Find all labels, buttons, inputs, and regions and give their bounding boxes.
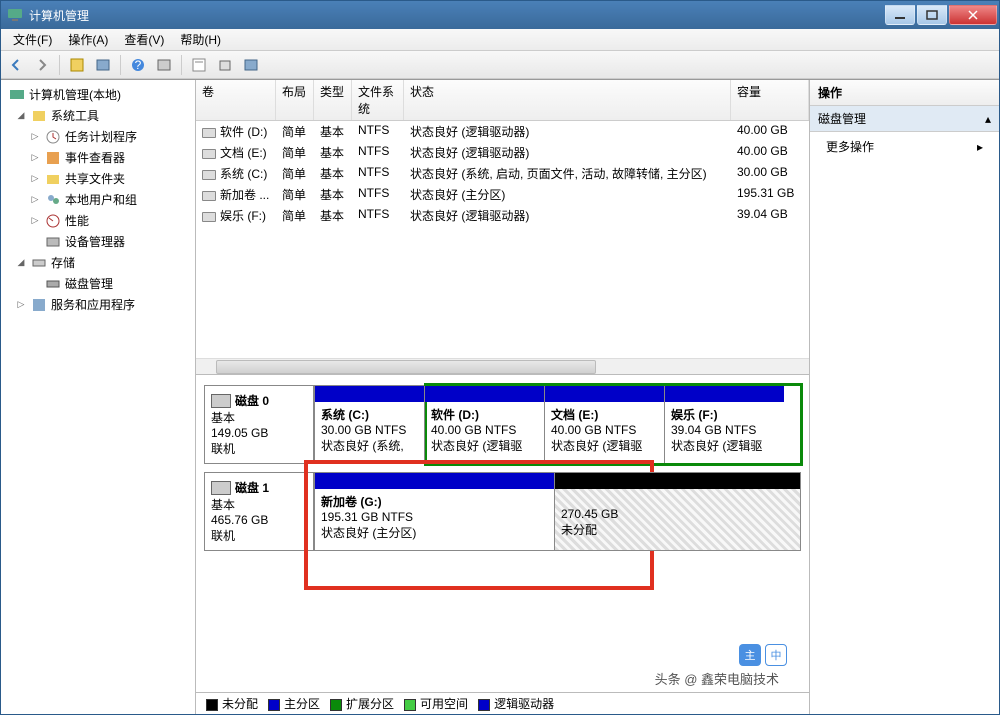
navigation-tree[interactable]: 计算机管理(本地) ◢系统工具 ▷任务计划程序 ▷事件查看器 ▷共享文件夹 ▷本…	[1, 80, 196, 714]
menu-action[interactable]: 操作(A)	[60, 29, 116, 50]
tree-system-tools[interactable]: ◢系统工具	[1, 105, 195, 126]
tree-services[interactable]: ▷服务和应用程序	[1, 294, 195, 315]
col-filesystem[interactable]: 文件系统	[352, 80, 404, 120]
toolbar: ?	[1, 51, 999, 79]
partition[interactable]: 系统 (C:)30.00 GB NTFS状态良好 (系统,	[314, 386, 424, 463]
tb-icon-3[interactable]	[153, 54, 175, 76]
menu-view[interactable]: 查看(V)	[116, 29, 172, 50]
partition[interactable]: 娱乐 (F:)39.04 GB NTFS状态良好 (逻辑驱	[664, 386, 784, 463]
back-button[interactable]	[5, 54, 27, 76]
col-type[interactable]: 类型	[314, 80, 352, 120]
partition-unallocated[interactable]: 270.45 GB 未分配	[554, 473, 800, 550]
menu-bar: 文件(F) 操作(A) 查看(V) 帮助(H)	[1, 29, 999, 51]
disk-graphical-view: 磁盘 0 基本 149.05 GB 联机 系统 (C:)30.00 GB NTF…	[196, 375, 809, 692]
horizontal-scrollbar[interactable]	[196, 358, 809, 374]
tree-disk-management[interactable]: 磁盘管理	[1, 273, 195, 294]
tb-icon-4[interactable]	[188, 54, 210, 76]
actions-more[interactable]: 更多操作▸	[810, 132, 999, 161]
list-header[interactable]: 卷 布局 类型 文件系统 状态 容量	[196, 80, 809, 121]
actions-section[interactable]: 磁盘管理▴	[810, 106, 999, 132]
window-title: 计算机管理	[29, 7, 89, 24]
maximize-button[interactable]	[917, 5, 947, 25]
chevron-right-icon: ▸	[977, 140, 983, 154]
ime-badge: 主 中	[739, 644, 787, 666]
tree-local-users[interactable]: ▷本地用户和组	[1, 189, 195, 210]
partition[interactable]: 软件 (D:)40.00 GB NTFS状态良好 (逻辑驱	[424, 386, 544, 463]
tree-root[interactable]: 计算机管理(本地)	[1, 84, 195, 105]
col-status[interactable]: 状态	[404, 80, 731, 120]
menu-file[interactable]: 文件(F)	[5, 29, 60, 50]
help-icon[interactable]: ?	[127, 54, 149, 76]
disk-1-row[interactable]: 磁盘 1 基本 465.76 GB 联机 新加卷 (G:) 195.31 GB …	[204, 472, 801, 551]
minimize-button[interactable]	[885, 5, 915, 25]
watermark: 头条 @ 鑫荣电脑技术	[655, 669, 779, 688]
col-volume[interactable]: 卷	[196, 80, 276, 120]
computer-icon	[7, 7, 23, 23]
tree-event-viewer[interactable]: ▷事件查看器	[1, 147, 195, 168]
menu-help[interactable]: 帮助(H)	[172, 29, 229, 50]
partition[interactable]: 文档 (E:)40.00 GB NTFS状态良好 (逻辑驱	[544, 386, 664, 463]
partition-g[interactable]: 新加卷 (G:) 195.31 GB NTFS 状态良好 (主分区)	[314, 473, 554, 550]
volume-row[interactable]: 新加卷 ...简单基本NTFS状态良好 (主分区)195.31 GB	[196, 184, 809, 205]
tree-performance[interactable]: ▷性能	[1, 210, 195, 231]
volume-row[interactable]: 娱乐 (F:)简单基本NTFS状态良好 (逻辑驱动器)39.04 GB	[196, 205, 809, 226]
tree-device-manager[interactable]: 设备管理器	[1, 231, 195, 252]
tb-icon-2[interactable]	[92, 54, 114, 76]
col-capacity[interactable]: 容量	[731, 80, 809, 120]
volume-row[interactable]: 软件 (D:)简单基本NTFS状态良好 (逻辑驱动器)40.00 GB	[196, 121, 809, 142]
tb-icon-6[interactable]	[240, 54, 262, 76]
tree-task-scheduler[interactable]: ▷任务计划程序	[1, 126, 195, 147]
disk-icon	[211, 394, 231, 408]
tree-shared-folders[interactable]: ▷共享文件夹	[1, 168, 195, 189]
tree-storage[interactable]: ◢存储	[1, 252, 195, 273]
collapse-icon[interactable]: ▴	[985, 112, 991, 126]
svg-text:?: ?	[135, 58, 142, 72]
forward-button[interactable]	[31, 54, 53, 76]
tb-icon-5[interactable]	[214, 54, 236, 76]
volume-row[interactable]: 文档 (E:)简单基本NTFS状态良好 (逻辑驱动器)40.00 GB	[196, 142, 809, 163]
col-layout[interactable]: 布局	[276, 80, 314, 120]
tb-icon-1[interactable]	[66, 54, 88, 76]
disk-1-label: 磁盘 1 基本 465.76 GB 联机	[204, 472, 314, 551]
actions-header: 操作	[810, 80, 999, 106]
volume-list[interactable]: 卷 布局 类型 文件系统 状态 容量 软件 (D:)简单基本NTFS状态良好 (…	[196, 80, 809, 375]
disk-0-row[interactable]: 磁盘 0 基本 149.05 GB 联机 系统 (C:)30.00 GB NTF…	[204, 385, 801, 464]
legend: 未分配 主分区 扩展分区 可用空间 逻辑驱动器	[196, 692, 809, 714]
title-bar: 计算机管理	[1, 1, 999, 29]
volume-row[interactable]: 系统 (C:)简单基本NTFS状态良好 (系统, 启动, 页面文件, 活动, 故…	[196, 163, 809, 184]
disk-0-label: 磁盘 0 基本 149.05 GB 联机	[204, 385, 314, 464]
actions-panel: 操作 磁盘管理▴ 更多操作▸	[809, 80, 999, 714]
close-button[interactable]	[949, 5, 997, 25]
disk-icon	[211, 481, 231, 495]
